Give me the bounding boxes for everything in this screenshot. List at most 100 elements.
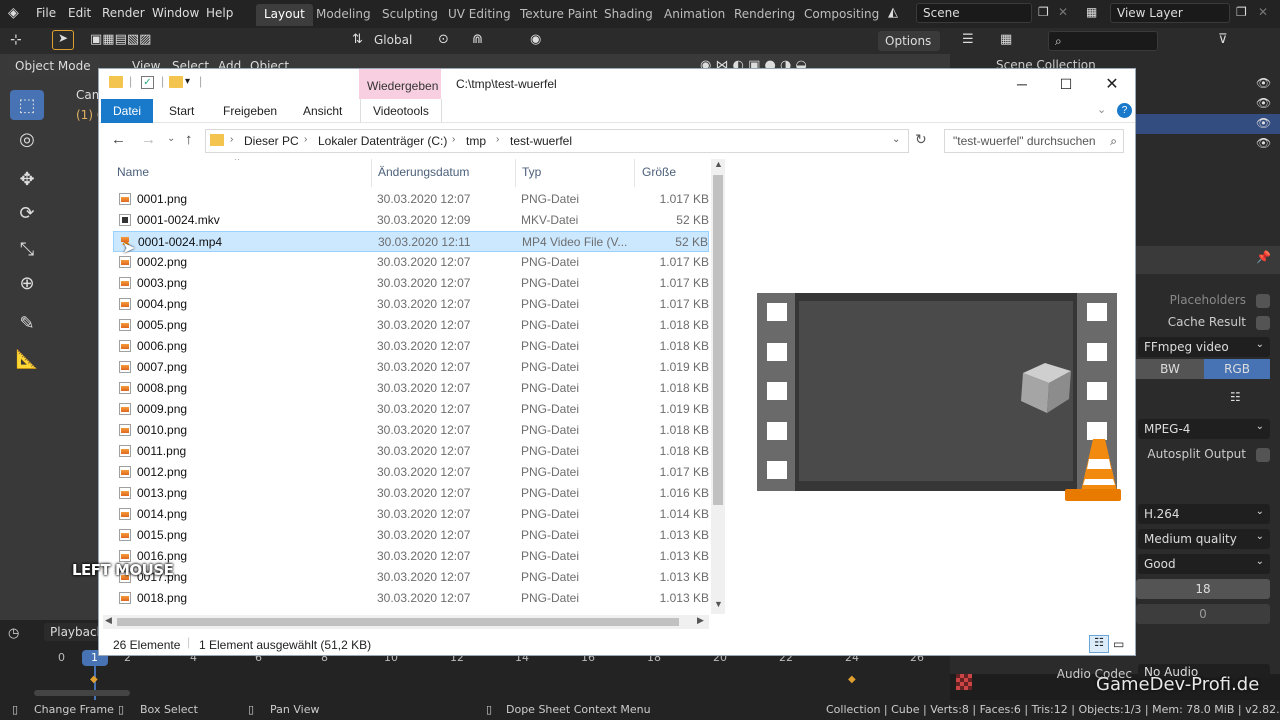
back-icon[interactable]: ← [111,131,126,148]
tab-freigeben[interactable]: Freigeben [211,99,289,123]
breadcrumb-separator[interactable]: › [230,134,233,145]
file-format-dropdown[interactable]: FFmpeg video ⌄ [1138,337,1270,357]
scroll-right-icon[interactable]: ▶ [697,615,704,626]
codec-dropdown[interactable]: H.264 ⌄ [1138,504,1270,524]
breadcrumb-separator[interactable]: › [452,134,455,145]
keyframe-icon[interactable]: ◆ [90,674,98,685]
forward-icon[interactable]: → [141,131,156,148]
placeholders-checkbox[interactable] [1256,294,1270,308]
move-icon[interactable]: ✥ [10,164,44,194]
mode-dropdown[interactable]: Object Mode [8,56,100,76]
select-box-icon[interactable]: ⬚ [10,90,44,120]
context-tab-wiedergeben[interactable]: Wiedergeben [359,69,441,99]
select-mode-icons[interactable]: ▣▦▤▧▨ [90,32,151,47]
breadcrumb-dieser-pc[interactable]: Dieser PC [244,134,299,148]
tab-animation[interactable]: Animation [656,4,733,26]
scene-remove-icon[interactable]: ✕ [1058,5,1068,19]
menu-help[interactable]: Help [206,6,233,20]
view-layer-new-icon[interactable]: ❐ [1236,5,1247,19]
rotate-icon[interactable]: ⟳ [10,198,44,228]
autosplit-checkbox[interactable] [1256,448,1270,462]
tab-rendering[interactable]: Rendering [726,4,803,26]
breadcrumb-tmp[interactable]: tmp [466,134,486,148]
color-bw-button[interactable]: BW [1136,359,1204,379]
breadcrumb-separator[interactable]: › [496,134,499,145]
scroll-up-icon[interactable]: ▲ [714,159,723,169]
pivot-icon[interactable]: ⊙ [438,32,449,47]
column-date[interactable]: Änderungsdatum [378,165,469,179]
file-row[interactable]: 0001.png 30.03.2020 12:07 PNG-Datei 1.017 K… [113,189,709,210]
snap-icon[interactable]: ⋒ [472,32,483,47]
file-row[interactable]: 0012.png 30.03.2020 12:07 PNG-Datei 1.017 K… [113,462,709,483]
view-layer-icon[interactable]: ▦ [1086,5,1097,19]
file-row[interactable]: 0015.png 30.03.2020 12:07 PNG-Datei 1.013 K… [113,525,709,546]
scene-new-icon[interactable]: ❐ [1038,5,1049,19]
scroll-down-icon[interactable]: ▼ [714,599,723,609]
blender-logo-icon[interactable]: ◈ [8,5,19,21]
container-dropdown[interactable]: MPEG-4 ⌄ [1138,419,1270,439]
scene-icon[interactable]: ◭ [888,5,898,20]
file-row[interactable]: 0006.png 30.03.2020 12:07 PNG-Datei 1.018 K… [113,336,709,357]
tab-videotools[interactable]: Videotools [360,99,442,123]
color-rgb-button[interactable]: RGB [1204,359,1270,379]
refresh-icon[interactable]: ↻ [915,131,927,148]
tab-ansicht[interactable]: Ansicht [291,99,354,123]
file-row[interactable]: 0003.png 30.03.2020 12:07 PNG-Datei 1.017 K… [113,273,709,294]
file-row[interactable]: 0001-0024.mkv 30.03.2020 12:09 MKV-Datei 52… [113,210,709,231]
output-quality-dropdown[interactable]: Medium quality ⌄ [1138,529,1270,549]
vertical-scroll-thumb[interactable] [713,175,723,505]
annotate-icon[interactable]: ✎ [10,308,44,338]
column-name[interactable]: Name [117,165,149,179]
breadcrumb-drive[interactable]: Lokaler Datenträger (C:) [318,134,447,148]
keyframe-interval-field[interactable]: 18 [1136,579,1270,599]
cache-result-checkbox[interactable] [1256,316,1270,330]
up-icon[interactable]: ↑ [185,131,193,148]
properties-icon[interactable]: ✓ [141,76,154,89]
expand-ribbon-icon[interactable]: ⌄ [1097,103,1106,116]
tab-start[interactable]: Start [157,99,206,123]
encoding-speed-dropdown[interactable]: Good ⌄ [1138,554,1270,574]
transform-icon[interactable]: ⊕ [10,268,44,298]
timeline-editor-icon[interactable]: ◷ [8,626,19,641]
file-row[interactable]: 0002.png 30.03.2020 12:07 PNG-Datei 1.017 K… [113,252,709,273]
outliner-type-icon[interactable]: ☰ [962,32,974,47]
scroll-left-icon[interactable]: ◀ [105,615,112,626]
file-row[interactable]: 0018.png 30.03.2020 12:07 PNG-Datei 1.013 K… [113,588,709,609]
cursor-icon[interactable]: ◎ [10,124,44,154]
scene-field[interactable]: Scene [916,3,1032,23]
playback-menu[interactable]: Playback [44,623,104,641]
file-row[interactable]: 0007.png 30.03.2020 12:07 PNG-Datei 1.019 K… [113,357,709,378]
editor-type-icon[interactable]: ⊹ [10,32,22,48]
breadcrumb-test-wuerfel[interactable]: test-wuerfel [510,134,572,148]
column-size[interactable]: Größe [642,165,676,179]
file-row[interactable]: 0014.png 30.03.2020 12:07 PNG-Datei 1.014 K… [113,504,709,525]
visibility-icon[interactable]: 👁 [1256,76,1271,90]
tab-texture-paint[interactable]: Texture Paint [512,4,605,26]
timeline-scrollbar[interactable] [34,690,130,696]
list-icon[interactable]: ☷ [1230,390,1241,404]
scale-icon[interactable]: ⤡ [10,234,44,264]
horizontal-scroll-thumb[interactable] [117,618,679,626]
maximize-icon[interactable]: ☐ [1043,69,1089,99]
menu-file[interactable]: File [36,6,56,20]
menu-window[interactable]: Window [152,6,199,20]
display-mode-icon[interactable]: ▦ [1000,32,1012,47]
file-row[interactable]: ▲ 0001-0024.mp4 30.03.2020 12:11 MP4 Video … [113,231,709,252]
recent-locations-icon[interactable]: ⌄ [167,133,175,144]
tab-modeling[interactable]: Modeling [308,4,379,26]
file-row[interactable]: 0005.png 30.03.2020 12:07 PNG-Datei 1.018 K… [113,315,709,336]
new-folder-icon[interactable] [169,76,183,88]
view-layer-remove-icon[interactable]: ✕ [1258,5,1268,19]
file-row[interactable]: 0010.png 30.03.2020 12:07 PNG-Datei 1.018 K… [113,420,709,441]
file-row[interactable]: 0009.png 30.03.2020 12:07 PNG-Datei 1.019 K… [113,399,709,420]
proportional-edit-icon[interactable]: ◉ [530,32,541,47]
keyframe-icon[interactable]: ◆ [848,674,856,685]
menu-render[interactable]: Render [102,6,145,20]
pin-icon[interactable]: 📌 [1256,250,1271,264]
file-row[interactable]: 0017.png 30.03.2020 12:07 PNG-Datei 1.013 K… [113,567,709,588]
measure-icon[interactable]: 📐 [10,344,44,374]
tab-compositing[interactable]: Compositing [796,4,887,26]
outliner-search-input[interactable]: ⌕ [1048,31,1158,51]
file-row[interactable]: 0008.png 30.03.2020 12:07 PNG-Datei 1.018 K… [113,378,709,399]
address-dropdown-icon[interactable]: ⌄ [892,134,900,145]
